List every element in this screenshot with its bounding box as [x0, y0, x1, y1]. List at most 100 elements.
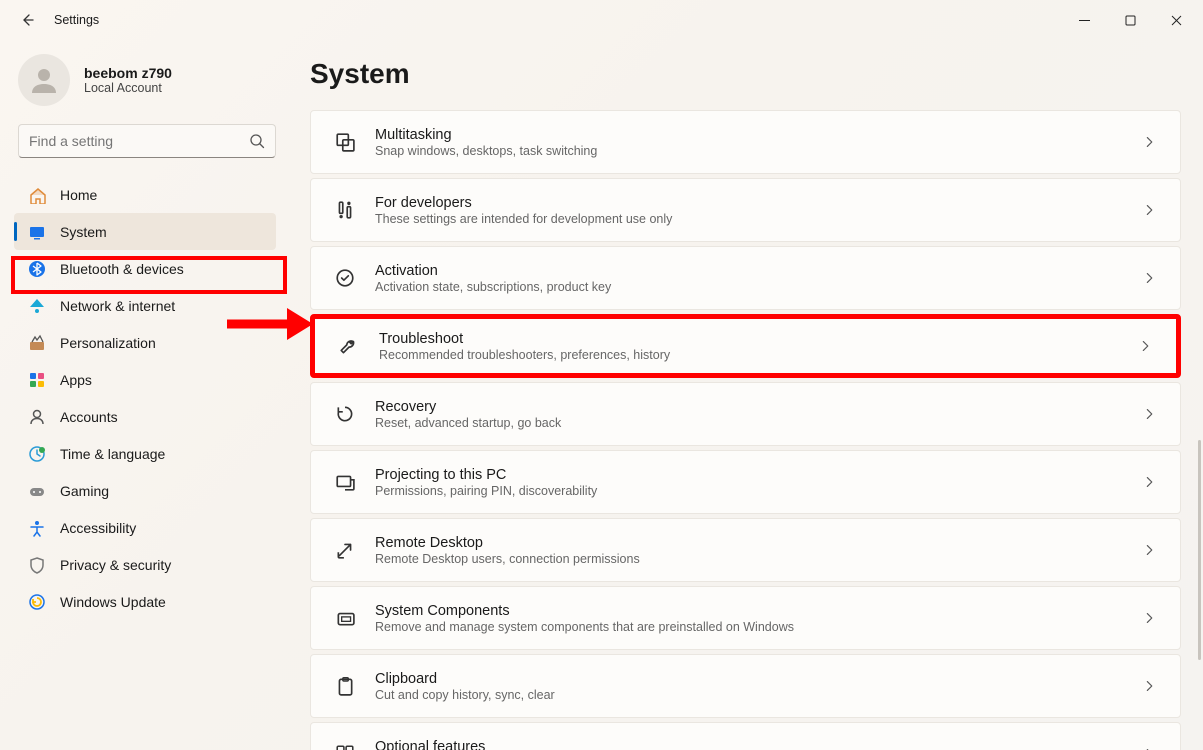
setting-card-recovery[interactable]: Recovery Reset, advanced startup, go bac… [310, 382, 1181, 446]
chevron-right-icon [1142, 202, 1158, 218]
arrow-left-icon [19, 12, 35, 28]
sidebar-item-label: System [60, 224, 107, 240]
card-text: Multitasking Snap windows, desktops, tas… [375, 127, 1142, 158]
titlebar-left: Settings [18, 11, 99, 29]
sidebar-item-label: Time & language [60, 446, 165, 462]
card-title: Optional features [375, 739, 1142, 750]
sidebar: beebom z790 Local Account Home System Blue… [0, 40, 290, 750]
window-controls [1061, 5, 1199, 35]
card-title: Multitasking [375, 127, 1142, 143]
card-title: Projecting to this PC [375, 467, 1142, 483]
sidebar-item-update[interactable]: Windows Update [14, 583, 276, 620]
card-title: System Components [375, 603, 1142, 619]
close-button[interactable] [1153, 5, 1199, 35]
profile-block[interactable]: beebom z790 Local Account [18, 54, 290, 106]
sidebar-item-label: Home [60, 187, 97, 203]
search-input[interactable] [29, 133, 249, 149]
sidebar-item-label: Network & internet [60, 298, 175, 314]
sidebar-item-accounts[interactable]: Accounts [14, 398, 276, 435]
setting-card-trouble[interactable]: Troubleshoot Recommended troubleshooters… [310, 314, 1181, 378]
sidebar-item-label: Accessibility [60, 520, 136, 536]
profile-name: beebom z790 [84, 65, 172, 81]
page-title: System [310, 58, 1181, 90]
chevron-right-icon [1142, 474, 1158, 490]
sidebar-item-label: Apps [60, 372, 92, 388]
maximize-icon [1125, 15, 1136, 26]
sidebar-item-gaming[interactable]: Gaming [14, 472, 276, 509]
setting-card-devs[interactable]: For developers These settings are intend… [310, 178, 1181, 242]
sidebar-item-home[interactable]: Home [14, 176, 276, 213]
card-subtitle: Permissions, pairing PIN, discoverabilit… [375, 484, 1142, 498]
apps-icon [28, 371, 46, 389]
titlebar: Settings [0, 0, 1203, 40]
gaming-icon [28, 482, 46, 500]
card-subtitle: Remove and manage system components that… [375, 620, 1142, 634]
search-icon [249, 133, 265, 149]
profile-sub: Local Account [84, 81, 172, 95]
sidebar-item-system[interactable]: System [14, 213, 276, 250]
recovery-icon [333, 402, 357, 426]
card-subtitle: Remote Desktop users, connection permiss… [375, 552, 1142, 566]
maximize-button[interactable] [1107, 5, 1153, 35]
clipboard-icon [333, 674, 357, 698]
bluetooth-icon [28, 260, 46, 278]
chevron-right-icon [1142, 270, 1158, 286]
activation-icon [333, 266, 357, 290]
minimize-button[interactable] [1061, 5, 1107, 35]
setting-card-project[interactable]: Projecting to this PC Permissions, pairi… [310, 450, 1181, 514]
remote-icon [333, 538, 357, 562]
back-button[interactable] [18, 11, 36, 29]
sidebar-item-bluetooth[interactable]: Bluetooth & devices [14, 250, 276, 287]
chevron-right-icon [1138, 338, 1154, 354]
card-subtitle: Snap windows, desktops, task switching [375, 144, 1142, 158]
card-title: Troubleshoot [379, 331, 1138, 347]
components-icon [333, 606, 357, 630]
person-icon [27, 63, 61, 97]
sidebar-item-label: Gaming [60, 483, 109, 499]
project-icon [333, 470, 357, 494]
setting-card-clipboard[interactable]: Clipboard Cut and copy history, sync, cl… [310, 654, 1181, 718]
chevron-right-icon [1142, 406, 1158, 422]
sidebar-item-network[interactable]: Network & internet [14, 287, 276, 324]
multitask-icon [333, 130, 357, 154]
chevron-right-icon [1142, 610, 1158, 626]
home-icon [28, 186, 46, 204]
privacy-icon [28, 556, 46, 574]
card-title: Remote Desktop [375, 535, 1142, 551]
setting-card-components[interactable]: System Components Remove and manage syst… [310, 586, 1181, 650]
nav-list: Home System Bluetooth & devices Network & i… [14, 176, 290, 620]
devs-icon [333, 198, 357, 222]
card-text: Clipboard Cut and copy history, sync, cl… [375, 671, 1142, 702]
sidebar-item-apps[interactable]: Apps [14, 361, 276, 398]
sidebar-item-accessibility[interactable]: Accessibility [14, 509, 276, 546]
search-box[interactable] [18, 124, 276, 158]
sidebar-item-label: Personalization [60, 335, 156, 351]
card-text: Activation Activation state, subscriptio… [375, 263, 1142, 294]
profile-text: beebom z790 Local Account [84, 65, 172, 95]
card-subtitle: Recommended troubleshooters, preferences… [379, 348, 1138, 362]
sidebar-item-time[interactable]: Time & language [14, 435, 276, 472]
card-title: Clipboard [375, 671, 1142, 687]
chevron-right-icon [1142, 542, 1158, 558]
card-subtitle: Activation state, subscriptions, product… [375, 280, 1142, 294]
update-icon [28, 593, 46, 611]
chevron-right-icon [1142, 678, 1158, 694]
sidebar-item-label: Privacy & security [60, 557, 171, 573]
close-icon [1171, 15, 1182, 26]
settings-card-list: Multitasking Snap windows, desktops, tas… [310, 110, 1181, 750]
network-icon [28, 297, 46, 315]
setting-card-multitask[interactable]: Multitasking Snap windows, desktops, tas… [310, 110, 1181, 174]
sidebar-item-personalization[interactable]: Personalization [14, 324, 276, 361]
minimize-icon [1079, 15, 1090, 26]
card-text: For developers These settings are intend… [375, 195, 1142, 226]
setting-card-activation[interactable]: Activation Activation state, subscriptio… [310, 246, 1181, 310]
accessibility-icon [28, 519, 46, 537]
accounts-icon [28, 408, 46, 426]
card-text: Optional features Extra functionality fo… [375, 739, 1142, 750]
sidebar-item-privacy[interactable]: Privacy & security [14, 546, 276, 583]
time-icon [28, 445, 46, 463]
card-subtitle: Cut and copy history, sync, clear [375, 688, 1142, 702]
setting-card-optional[interactable]: Optional features Extra functionality fo… [310, 722, 1181, 750]
setting-card-remote[interactable]: Remote Desktop Remote Desktop users, con… [310, 518, 1181, 582]
scrollbar[interactable] [1198, 440, 1201, 660]
